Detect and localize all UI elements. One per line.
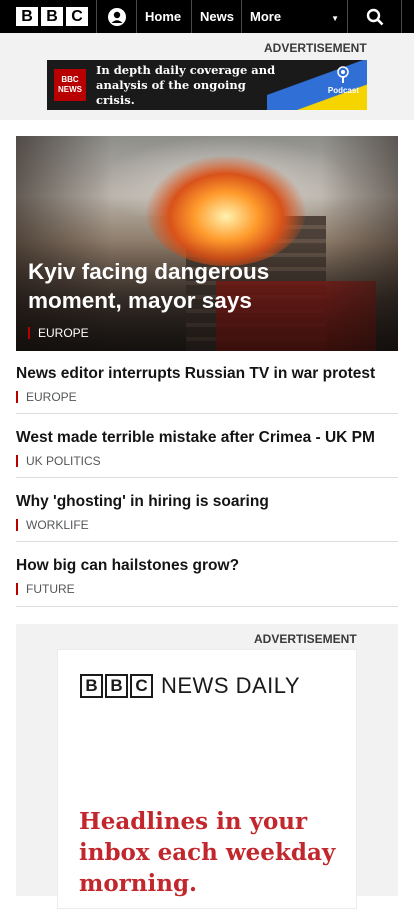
news-daily-newsletter-ad[interactable]: B B C NEWS DAILY Headlines in your inbox… xyxy=(57,649,357,909)
ad-logo-line2: NEWS xyxy=(58,85,82,94)
podcast-badge: Podcast xyxy=(328,66,359,95)
bottom-advertisement: ADVERTISEMENT B B C NEWS DAILY Headlines… xyxy=(16,624,398,909)
bbc-logo[interactable]: B B C xyxy=(0,0,97,33)
newsletter-headline: Headlines in your inbox each weekday mor… xyxy=(79,808,336,897)
story-headline[interactable]: News editor interrupts Russian TV in war… xyxy=(16,364,398,384)
advertisement-label: ADVERTISEMENT xyxy=(254,632,357,646)
account-button[interactable] xyxy=(97,0,137,33)
advertisement-label: ADVERTISEMENT xyxy=(264,41,367,55)
nav-home-link[interactable]: Home xyxy=(137,0,192,33)
story-item[interactable]: Why 'ghosting' in hiring is soaring WORK… xyxy=(16,492,398,542)
logo-letter-b2: B xyxy=(41,7,63,26)
story-headline[interactable]: Why 'ghosting' in hiring is soaring xyxy=(16,492,398,512)
nav-news-link[interactable]: News xyxy=(192,0,242,33)
logo-letter-b1: B xyxy=(16,7,38,26)
logo-letter-b1: B xyxy=(80,674,103,698)
top-story-card[interactable]: Kyiv facing dangerous moment, mayor says… xyxy=(16,136,398,351)
story-item[interactable]: West made terrible mistake after Crimea … xyxy=(16,428,398,478)
ad-banner-text: In depth daily coverage and analysis of … xyxy=(96,62,276,107)
story-headline[interactable]: How big can hailstones grow? xyxy=(16,556,398,576)
search-icon xyxy=(366,8,383,25)
story-section-tag[interactable]: FUTURE xyxy=(16,583,398,595)
ad-logo-line1: BBC xyxy=(61,75,79,84)
search-button[interactable] xyxy=(348,0,402,33)
top-story-headline[interactable]: Kyiv facing dangerous moment, mayor says xyxy=(28,257,358,315)
bbc-news-daily-logo: B B C NEWS DAILY xyxy=(80,673,300,699)
story-item[interactable]: News editor interrupts Russian TV in war… xyxy=(16,364,398,414)
logo-letter-c: C xyxy=(130,674,153,698)
podcast-label: Podcast xyxy=(327,86,359,95)
story-item[interactable]: How big can hailstones grow? FUTURE xyxy=(16,556,398,607)
nav-more-menu[interactable]: More ▼ xyxy=(242,0,348,33)
story-section-tag[interactable]: UK POLITICS xyxy=(16,455,398,467)
story-headline[interactable]: West made terrible mistake after Crimea … xyxy=(16,428,398,448)
account-icon xyxy=(107,7,126,26)
top-story-section-tag[interactable]: EUROPE xyxy=(28,327,89,339)
bbc-news-logo: BBC NEWS xyxy=(54,69,86,101)
podcast-icon xyxy=(337,66,350,83)
top-navigation-bar: B B C Home News More ▼ xyxy=(0,0,414,33)
top-advertisement: ADVERTISEMENT BBC NEWS In depth daily co… xyxy=(0,33,414,120)
logo-letter-c: C xyxy=(66,7,88,26)
chevron-down-icon: ▼ xyxy=(331,14,339,23)
logo-letter-b2: B xyxy=(105,674,128,698)
nav-more-label: More xyxy=(250,9,282,24)
news-daily-wordmark: NEWS DAILY xyxy=(161,673,301,698)
podcast-ad-banner[interactable]: BBC NEWS In depth daily coverage and ana… xyxy=(47,60,367,110)
story-section-tag[interactable]: EUROPE xyxy=(16,391,398,403)
story-section-tag[interactable]: WORKLIFE xyxy=(16,519,398,531)
